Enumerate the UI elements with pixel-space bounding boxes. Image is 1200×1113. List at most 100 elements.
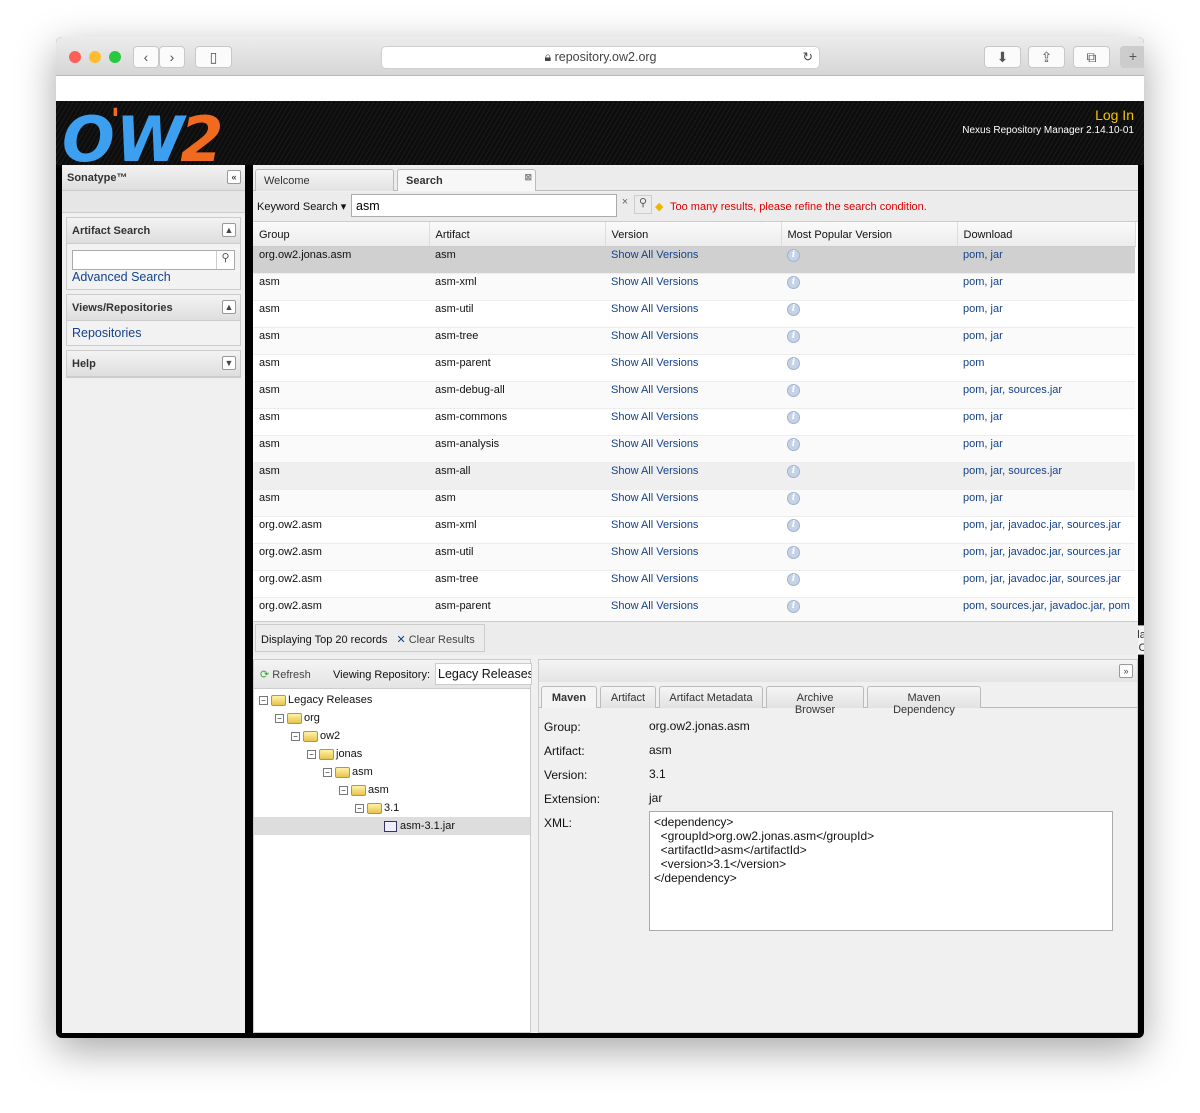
download-links[interactable]: pom, jar, javadoc.jar, sources.jar <box>957 516 1135 544</box>
collapse-node-icon[interactable]: − <box>275 713 284 723</box>
tree-node[interactable]: − asm <box>339 781 389 799</box>
info-icon[interactable]: i <box>787 357 800 370</box>
expand-panel-icon[interactable]: » <box>1119 664 1133 678</box>
download-links[interactable]: pom, jar <box>957 435 1135 463</box>
repository-selector[interactable]: Legacy Releases <box>435 663 532 685</box>
detail-tab[interactable]: Artifact <box>600 686 656 708</box>
table-row[interactable]: org.ow2.asm asm-tree Show All Versions i… <box>253 570 1135 598</box>
table-row[interactable]: asm asm-parent Show All Versions i pom <box>253 354 1135 382</box>
collapse-node-icon[interactable]: − <box>355 803 364 813</box>
tab-search[interactable]: Search ⊠ <box>397 169 536 191</box>
clear-search-icon[interactable]: × <box>617 196 633 214</box>
show-all-versions-link[interactable]: Show All Versions <box>605 543 781 571</box>
table-row[interactable]: org.ow2.jonas.asm asm Show All Versions … <box>253 246 1135 274</box>
download-links[interactable]: pom, jar <box>957 327 1135 355</box>
download-links[interactable]: pom, jar <box>957 246 1135 274</box>
info-icon[interactable]: i <box>787 519 800 532</box>
repositories-link[interactable]: Repositories <box>72 326 141 340</box>
collapse-node-icon[interactable]: − <box>323 767 332 777</box>
tabs-icon[interactable]: ⧉ <box>1073 46 1110 68</box>
tree-node[interactable]: − Legacy Releases <box>259 691 372 709</box>
download-links[interactable]: pom, jar <box>957 408 1135 436</box>
tree-node[interactable]: − asm <box>323 763 373 781</box>
download-links[interactable]: pom, sources.jar, javadoc.jar, pom <box>957 597 1135 621</box>
table-row[interactable]: asm asm-analysis Show All Versions i pom… <box>253 435 1135 463</box>
sidebar-icon[interactable]: ▯ <box>195 46 232 68</box>
close-tab-icon[interactable]: ⊠ <box>524 172 532 183</box>
detail-tab[interactable]: Maven <box>541 686 597 708</box>
info-icon[interactable]: i <box>787 330 800 343</box>
search-icon[interactable]: ⚲ <box>634 195 652 214</box>
tree-node[interactable]: − jonas <box>307 745 362 763</box>
column-header[interactable]: Version <box>605 222 782 247</box>
tree-node[interactable]: asm-3.1.jar <box>254 817 530 835</box>
table-row[interactable]: asm asm-util Show All Versions i pom, ja… <box>253 300 1135 328</box>
show-all-versions-link[interactable]: Show All Versions <box>605 489 781 517</box>
download-links[interactable]: pom <box>957 354 1135 382</box>
info-icon[interactable]: i <box>787 384 800 397</box>
table-row[interactable]: asm asm-commons Show All Versions i pom,… <box>253 408 1135 436</box>
info-icon[interactable]: i <box>787 276 800 289</box>
download-links[interactable]: pom, jar, javadoc.jar, sources.jar <box>957 543 1135 571</box>
back-icon[interactable]: ‹ <box>133 46 159 68</box>
table-row[interactable]: org.ow2.asm asm-xml Show All Versions i … <box>253 516 1135 544</box>
address-bar[interactable]: 🔒︎ repository.ow2.org ↻ <box>381 46 820 69</box>
info-icon[interactable]: i <box>787 573 800 586</box>
download-links[interactable]: pom, jar <box>957 273 1135 301</box>
collapse-node-icon[interactable]: − <box>259 695 268 705</box>
show-all-versions-link[interactable]: Show All Versions <box>605 435 781 463</box>
advanced-search-link[interactable]: Advanced Search <box>72 270 171 284</box>
collapse-sidebar-icon[interactable]: « <box>227 170 241 184</box>
minimize-window-button[interactable] <box>89 51 101 63</box>
search-mode-dropdown[interactable]: Keyword Search ▾ <box>257 200 346 213</box>
download-links[interactable]: pom, jar, javadoc.jar, sources.jar <box>957 570 1135 598</box>
info-icon[interactable]: i <box>787 600 800 613</box>
show-all-versions-link[interactable]: Show All Versions <box>605 354 781 382</box>
detail-tab[interactable]: Archive Browser <box>766 686 864 716</box>
collapse-node-icon[interactable]: − <box>307 749 316 759</box>
table-row[interactable]: org.ow2.asm asm-util Show All Versions i… <box>253 543 1135 571</box>
show-all-versions-link[interactable]: Show All Versions <box>605 300 781 328</box>
reload-icon[interactable]: ↻ <box>803 47 813 68</box>
show-all-versions-link[interactable]: Show All Versions <box>605 597 781 621</box>
table-row[interactable]: asm asm-tree Show All Versions i pom, ja… <box>253 327 1135 355</box>
table-row[interactable]: asm asm-all Show All Versions i pom, jar… <box>253 462 1135 490</box>
download-links[interactable]: pom, jar <box>957 489 1135 517</box>
show-all-versions-link[interactable]: Show All Versions <box>605 462 781 490</box>
zoom-window-button[interactable] <box>109 51 121 63</box>
clear-results-button[interactable]: Clear Results <box>409 634 475 646</box>
expand-down-icon[interactable]: ▼ <box>222 356 236 370</box>
detail-tab[interactable]: Artifact Metadata <box>659 686 763 708</box>
tree-node[interactable]: − org <box>275 709 320 727</box>
collapse-up-icon[interactable]: ▲ <box>222 300 236 314</box>
info-icon[interactable]: i <box>787 249 800 262</box>
download-links[interactable]: pom, jar, sources.jar <box>957 462 1135 490</box>
tree-node[interactable]: − 3.1 <box>355 799 399 817</box>
show-all-versions-link[interactable]: Show All Versions <box>605 246 781 274</box>
refresh-button[interactable]: ⟳ Refresh <box>260 668 311 681</box>
info-icon[interactable]: i <box>787 492 800 505</box>
detail-tab[interactable]: Maven Dependency <box>867 686 981 716</box>
download-links[interactable]: pom, jar, sources.jar <box>957 381 1135 409</box>
forward-icon[interactable]: › <box>159 46 185 68</box>
show-all-versions-link[interactable]: Show All Versions <box>605 381 781 409</box>
info-icon[interactable]: i <box>787 465 800 478</box>
table-row[interactable]: asm asm-debug-all Show All Versions i po… <box>253 381 1135 409</box>
download-icon[interactable]: ⬇ <box>984 46 1021 68</box>
table-row[interactable]: asm asm Show All Versions i pom, jar <box>253 489 1135 517</box>
column-header[interactable]: Download <box>957 222 1136 247</box>
collapse-node-icon[interactable]: − <box>291 731 300 741</box>
table-row[interactable]: org.ow2.asm asm-parent Show All Versions… <box>253 597 1135 621</box>
close-window-button[interactable] <box>69 51 81 63</box>
show-all-versions-link[interactable]: Show All Versions <box>605 516 781 544</box>
clear-icon[interactable]: ✕ <box>396 634 405 646</box>
table-row[interactable]: asm asm-xml Show All Versions i pom, jar <box>253 273 1135 301</box>
info-icon[interactable]: i <box>787 303 800 316</box>
share-icon[interactable]: ⇪ <box>1028 46 1065 68</box>
tree-node[interactable]: − ow2 <box>291 727 340 745</box>
show-all-versions-link[interactable]: Show All Versions <box>605 408 781 436</box>
search-icon[interactable]: ⚲ <box>216 251 234 269</box>
tab-welcome[interactable]: Welcome <box>255 169 394 191</box>
xml-snippet[interactable]: <dependency> <groupId>org.ow2.jonas.asm<… <box>649 811 1113 931</box>
info-icon[interactable]: i <box>787 546 800 559</box>
